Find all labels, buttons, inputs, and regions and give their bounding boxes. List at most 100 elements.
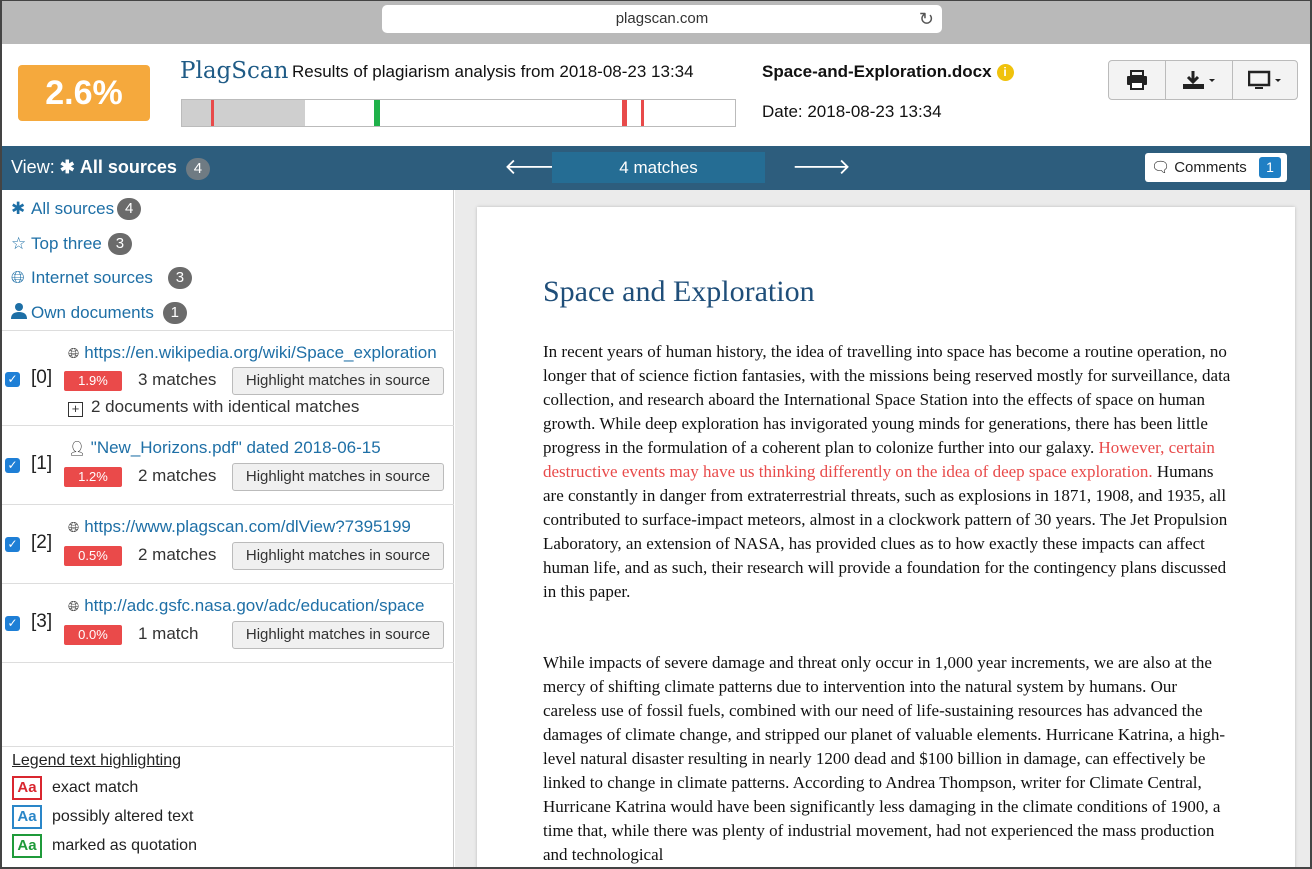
- asterisk-icon: ✱: [59, 157, 75, 177]
- browser-toolbar: plagscan.com ↻: [0, 0, 1312, 44]
- bar-viewed-region: [182, 100, 305, 126]
- user-icon: 👤︎: [68, 440, 86, 456]
- source-checkbox[interactable]: ✓: [5, 458, 20, 473]
- view-value: All sources: [79, 157, 177, 177]
- source-link-text: http://adc.gsfc.nasa.gov/adc/education/s…: [84, 596, 425, 615]
- download-button[interactable]: [1166, 61, 1233, 99]
- download-icon: [1183, 71, 1215, 89]
- document-title: Space and Exploration: [543, 275, 815, 308]
- bar-match-marker[interactable]: [622, 100, 627, 126]
- url-text: plagscan.com: [615, 10, 709, 27]
- display-mode-button[interactable]: [1233, 61, 1297, 99]
- comment-icon: 🗨: [1151, 159, 1171, 176]
- bar-match-marker[interactable]: [211, 100, 214, 126]
- user-icon: [11, 302, 31, 324]
- source-match-count: 1 match: [138, 624, 199, 643]
- match-distribution-bar[interactable]: [181, 99, 736, 127]
- document-paragraph: While impacts of severe damage and threa…: [543, 653, 1226, 864]
- info-icon[interactable]: i: [996, 64, 1014, 81]
- bar-current-marker[interactable]: [374, 100, 380, 126]
- source-link-text: https://www.plagscan.com/dlView?7395199: [84, 517, 411, 536]
- filter-label: Internet sources: [31, 268, 153, 287]
- sources-panel: ✱ All sources 4 ☆ Top three 3 🌐︎ Interne…: [2, 190, 454, 867]
- document-name: Space-and-Exploration.docx i: [762, 62, 1014, 82]
- source-checkbox[interactable]: ✓: [5, 616, 20, 631]
- legend-item-altered-text: Aa possibly altered text: [12, 805, 193, 829]
- analysis-title: Results of plagiarism analysis from 2018…: [292, 62, 694, 81]
- comments-count-badge: 1: [1259, 157, 1281, 178]
- filter-all-sources[interactable]: ✱ All sources 4: [11, 198, 142, 220]
- printer-icon: [1127, 70, 1147, 90]
- legend-item-exact-match: Aa exact match: [12, 776, 138, 800]
- document-date: Date: 2018-08-23 13:34: [762, 102, 942, 121]
- source-item: ✓ [2] 🌐︎ https://www.plagscan.com/dlView?…: [2, 506, 454, 584]
- legend-swatch: Aa: [12, 805, 42, 829]
- document-page: Space and Exploration In recent years of…: [477, 207, 1295, 867]
- filter-internet-sources[interactable]: 🌐︎ Internet sources 3: [11, 267, 192, 289]
- globe-icon: 🌐︎: [68, 598, 80, 614]
- filter-label: Own documents: [31, 303, 154, 322]
- legend-title: Legend text highlighting: [12, 752, 182, 769]
- globe-icon: 🌐︎: [11, 268, 25, 287]
- filter-top-three[interactable]: ☆ Top three 3: [11, 233, 132, 255]
- star-icon: ☆: [11, 234, 27, 253]
- highlight-matches-button[interactable]: Highlight matches in source: [232, 621, 444, 649]
- source-checkbox[interactable]: ✓: [5, 537, 20, 552]
- source-checkbox[interactable]: ✓: [5, 372, 20, 387]
- highlight-matches-button[interactable]: Highlight matches in source: [232, 367, 444, 395]
- filter-label: All sources: [31, 199, 115, 218]
- document-viewer[interactable]: Space and Exploration In recent years of…: [455, 190, 1310, 867]
- view-count-badge: 4: [185, 158, 210, 180]
- source-item: ✓ [1] 👤︎ "New_Horizons.pdf" dated 2018-06…: [2, 427, 454, 505]
- monitor-icon: [1248, 70, 1281, 89]
- matches-counter: 4 matches: [552, 152, 765, 183]
- bar-match-marker[interactable]: [641, 100, 644, 126]
- source-link[interactable]: 🌐︎ http://adc.gsfc.nasa.gov/adc/education…: [68, 596, 454, 616]
- document-name-text: Space-and-Exploration.docx: [762, 62, 992, 81]
- legend-label: marked as quotation: [52, 837, 197, 854]
- globe-icon: 🌐︎: [68, 519, 80, 535]
- plagscan-logo: PlagScan: [180, 58, 289, 84]
- source-index: [3]: [31, 611, 53, 632]
- source-link-text: https://en.wikipedia.org/wiki/Space_expl…: [84, 343, 437, 362]
- source-item: ✓ [3] 🌐︎ http://adc.gsfc.nasa.gov/adc/edu…: [2, 585, 454, 663]
- comments-label: Comments: [1174, 159, 1247, 176]
- source-percent-badge: 0.0%: [64, 625, 122, 645]
- source-match-count: 2 matches: [138, 545, 217, 564]
- source-link[interactable]: 👤︎ "New_Horizons.pdf" dated 2018-06-15: [68, 438, 454, 458]
- highlight-legend: Legend text highlighting Aa exact match …: [2, 746, 454, 867]
- identical-documents-toggle[interactable]: +2 documents with identical matches: [68, 397, 359, 417]
- document-paragraph: In recent years of human history, the id…: [543, 340, 1233, 604]
- filter-own-documents[interactable]: Own documents 1: [11, 302, 187, 324]
- next-match-arrow-icon[interactable]: 🡒: [792, 154, 851, 180]
- source-index: [1]: [31, 453, 53, 474]
- source-link-text: "New_Horizons.pdf" dated 2018-06-15: [90, 438, 381, 457]
- source-percent-badge: 1.9%: [64, 371, 122, 391]
- identical-documents-label: 2 documents with identical matches: [91, 397, 360, 416]
- reload-icon[interactable]: ↻: [919, 5, 934, 33]
- legend-swatch: Aa: [12, 834, 42, 858]
- source-link[interactable]: 🌐︎ https://www.plagscan.com/dlView?739519…: [68, 517, 454, 537]
- globe-icon: 🌐︎: [68, 345, 80, 361]
- source-link[interactable]: 🌐︎ https://en.wikipedia.org/wiki/Space_ex…: [68, 343, 454, 363]
- legend-label: possibly altered text: [52, 808, 194, 825]
- print-button[interactable]: [1109, 61, 1166, 99]
- filter-count-badge: 4: [117, 198, 142, 220]
- view-selector[interactable]: View: ✱ All sources 4: [11, 157, 210, 180]
- report-header: 2.6% PlagScan Results of plagiarism anal…: [2, 44, 1310, 146]
- legend-swatch: Aa: [12, 776, 42, 800]
- source-percent-badge: 0.5%: [64, 546, 122, 566]
- filter-count-badge: 3: [107, 233, 132, 255]
- report-tools: [1108, 60, 1298, 100]
- filter-label: Top three: [31, 234, 102, 253]
- paragraph-text: Humans are constantly in danger from ext…: [543, 462, 1228, 601]
- app-frame: 2.6% PlagScan Results of plagiarism anal…: [0, 44, 1312, 869]
- address-bar[interactable]: plagscan.com ↻: [382, 5, 942, 33]
- comments-button[interactable]: 🗨 Comments 1: [1145, 153, 1287, 182]
- source-item: ✓ [0] 🌐︎ https://en.wikipedia.org/wiki/Sp…: [2, 331, 454, 426]
- filter-count-badge: 3: [167, 267, 192, 289]
- highlight-matches-button[interactable]: Highlight matches in source: [232, 463, 444, 491]
- highlight-matches-button[interactable]: Highlight matches in source: [232, 542, 444, 570]
- source-match-count: 2 matches: [138, 466, 217, 485]
- expand-icon: +: [68, 402, 83, 417]
